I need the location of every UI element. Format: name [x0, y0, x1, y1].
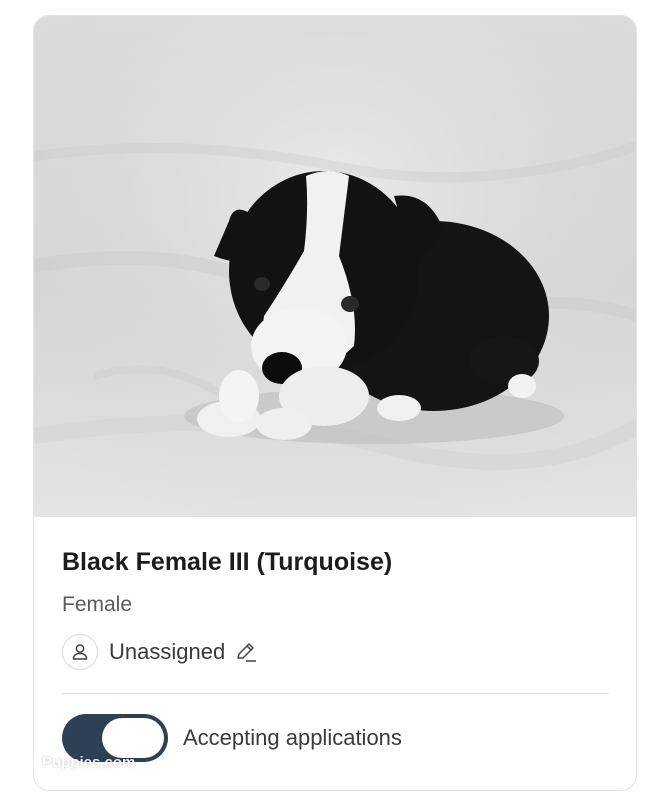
puppy-photo[interactable] [34, 16, 636, 517]
assignee-row: Unassigned [62, 632, 259, 672]
paw-icon [25, 755, 38, 769]
listing-sex: Female [62, 593, 133, 616]
watermark-text: Puppies.com [42, 754, 136, 771]
accepting-applications-label: Accepting applications [183, 725, 402, 750]
listing-title[interactable]: Black Female III (Turquoise) [62, 548, 392, 577]
assignee-label: Unassigned [109, 639, 226, 664]
watermark: Puppies.com [24, 754, 135, 771]
toggle-knob [102, 718, 164, 758]
puppy-card[interactable]: Black Female III (Turquoise) Female Unas… [33, 15, 637, 791]
listing-details: Black Female III (Turquoise) Female Unas… [34, 517, 636, 790]
divider [62, 693, 609, 694]
user-icon [62, 634, 98, 670]
pencil-icon[interactable] [233, 639, 259, 665]
